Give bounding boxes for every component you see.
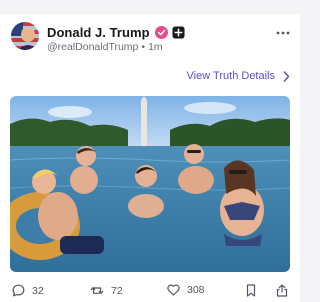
avatar[interactable] [11, 22, 39, 50]
pool-scene-image [10, 96, 290, 272]
plus-icon[interactable] [172, 25, 185, 39]
retruth-arrows-icon [90, 287, 104, 294]
bookmark-icon [246, 284, 256, 297]
share-icon [276, 284, 288, 297]
handle[interactable]: @realDonaldTrump [47, 41, 138, 53]
action-bar: 32 72 308 [0, 282, 300, 302]
reply-bubble-icon [12, 284, 25, 297]
reply-count: 32 [32, 284, 44, 297]
like-count: 308 [187, 284, 205, 296]
author-row: Donald J. Trump [47, 24, 185, 40]
verified-check-icon [154, 25, 168, 39]
share-button[interactable] [276, 284, 288, 297]
view-truth-details-label: View Truth Details [186, 70, 275, 82]
heart-icon [167, 284, 180, 296]
retruth-count: 72 [111, 284, 123, 297]
separator-dot: • [141, 41, 146, 53]
flag-portrait-avatar-icon [11, 22, 39, 50]
like-button[interactable]: 308 [167, 284, 205, 296]
timestamp[interactable]: 1m [148, 41, 163, 53]
view-truth-details-link[interactable]: View Truth Details [187, 70, 290, 82]
post-card: Donald J. Trump @realDonaldTrump • 1m Vi… [0, 14, 300, 302]
handle-row: @realDonaldTrump • 1m [47, 41, 163, 53]
post-image[interactable] [10, 96, 290, 272]
reply-button[interactable]: 32 [12, 284, 44, 297]
bookmark-button[interactable] [246, 284, 256, 297]
retruth-button[interactable]: 72 [90, 284, 123, 297]
chevron-right-icon [283, 70, 290, 82]
display-name[interactable]: Donald J. Trump [47, 25, 150, 40]
more-dots-icon[interactable] [276, 30, 290, 36]
